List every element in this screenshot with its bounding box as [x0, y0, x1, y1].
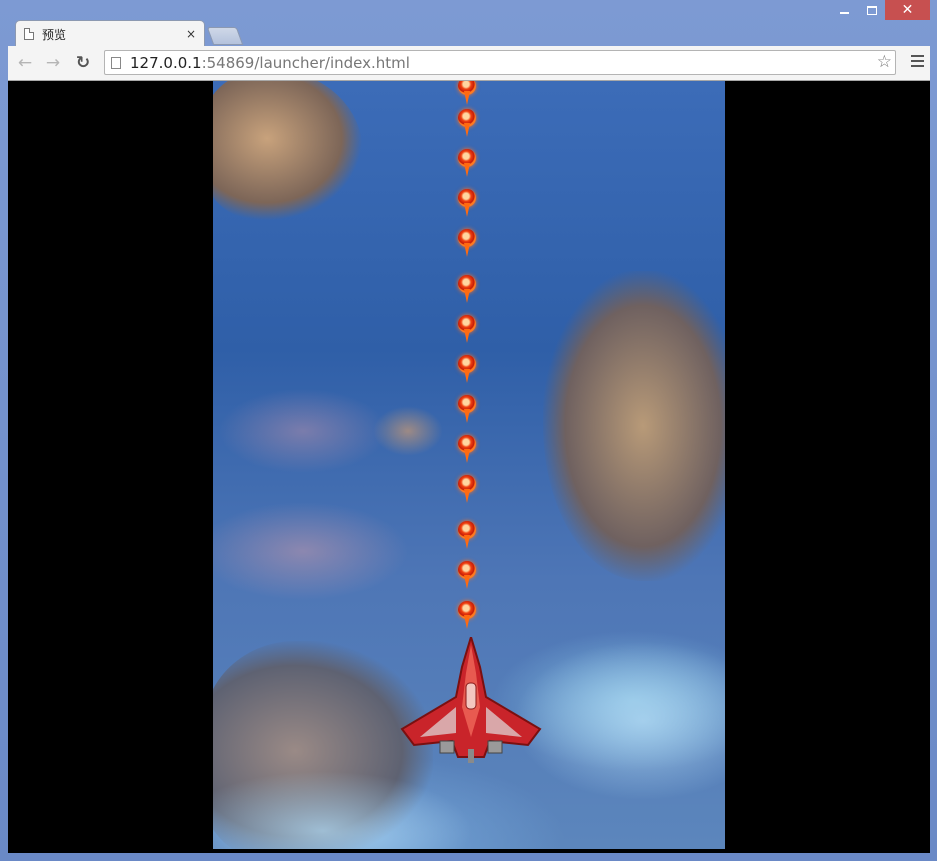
back-button[interactable]: ← — [14, 52, 36, 74]
browser-toolbar: ← → ↻ 127.0.0.1:54869/launcher/index.htm… — [8, 46, 930, 81]
bullet — [458, 435, 476, 463]
page-viewport — [8, 81, 930, 853]
bullet — [458, 149, 476, 177]
bullet — [458, 275, 476, 303]
url-path: :54869/launcher/index.html — [201, 53, 410, 72]
close-window-button[interactable]: ✕ — [885, 0, 930, 20]
browser-tab[interactable]: 预览 × — [15, 20, 205, 47]
chrome-menu-icon[interactable] — [911, 55, 924, 68]
new-tab-button[interactable] — [206, 27, 244, 45]
tab-title: 预览 — [42, 27, 67, 42]
bullet — [458, 189, 476, 217]
bullet — [458, 229, 476, 257]
floating-rock — [373, 406, 443, 456]
url-host: 127.0.0.1 — [130, 53, 202, 72]
bullet — [458, 561, 476, 589]
page-icon — [111, 56, 121, 69]
browser-window: ✕ 预览 × ← → ↻ 127.0.0.1:54869/launcher/in… — [0, 0, 937, 861]
tab-close-icon[interactable]: × — [186, 27, 196, 41]
bullet — [458, 601, 476, 629]
bookmark-star-icon[interactable]: ☆ — [877, 52, 892, 72]
url-text[interactable]: 127.0.0.1:54869/launcher/index.html — [130, 54, 410, 72]
bullet — [458, 81, 476, 105]
cloud — [513, 641, 725, 801]
floating-island-top-left — [213, 81, 363, 221]
bullet — [458, 475, 476, 503]
cloud — [213, 771, 473, 849]
bullet — [458, 355, 476, 383]
game-canvas[interactable] — [213, 81, 725, 849]
player-fighter-jet[interactable] — [400, 637, 542, 763]
bullet — [458, 315, 476, 343]
window-controls: ✕ — [831, 0, 930, 21]
bullet — [458, 521, 476, 549]
bullet — [458, 395, 476, 423]
forward-button[interactable]: → — [42, 52, 64, 74]
floating-fortress-right — [543, 271, 725, 581]
address-bar[interactable]: 127.0.0.1:54869/launcher/index.html ☆ — [104, 50, 896, 75]
reload-button[interactable]: ↻ — [72, 52, 94, 74]
bullet — [458, 109, 476, 137]
page-icon — [24, 28, 34, 40]
maximize-button[interactable] — [858, 0, 885, 20]
minimize-button[interactable] — [831, 0, 858, 20]
